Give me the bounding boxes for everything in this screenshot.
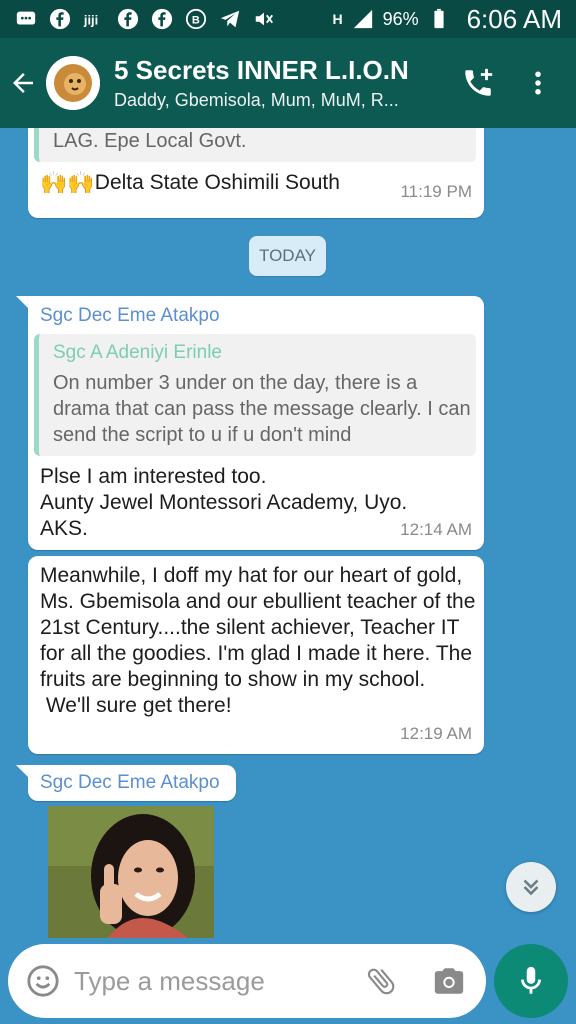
message-bubble[interactable]: Sgc Dec Eme Atakpo (28, 765, 236, 801)
network-type-label: H (332, 11, 343, 27)
business-icon: B (184, 7, 208, 31)
message-time: 12:14 AM (400, 520, 472, 539)
lion-icon (46, 56, 100, 110)
scroll-to-bottom-button[interactable] (506, 862, 556, 912)
emoji-icon (27, 965, 59, 997)
microphone-icon (521, 966, 541, 994)
facebook-icon (150, 7, 174, 31)
quoted-message[interactable]: Sgc A Adeniyi Erinle On number 3 under o… (34, 334, 476, 456)
emoji-button[interactable] (26, 964, 60, 998)
telegram-icon (218, 7, 242, 31)
camera-icon (434, 968, 464, 994)
jiji-icon: jiji (82, 7, 106, 31)
chat-title-block[interactable]: 5 Secrets INNER L.I.O.N Daddy, Gbemisola… (114, 55, 444, 111)
more-vert-icon (535, 71, 541, 95)
image-attachment[interactable] (48, 806, 214, 938)
message-time: 11:19 PM (400, 182, 472, 201)
quote-text: On number 3 under on the day, there is a… (53, 372, 471, 446)
clock: 6:06 AM (466, 3, 562, 34)
phone-plus-icon (465, 68, 493, 96)
chat-header: 5 Secrets INNER L.I.O.N Daddy, Gbemisola… (0, 38, 576, 128)
group-name: 5 Secrets INNER L.I.O.N (114, 55, 409, 85)
battery-percentage: 96% (382, 8, 419, 29)
battery-icon (427, 7, 451, 31)
add-call-button[interactable] (458, 63, 498, 103)
status-bar: jiji B H 96% 6:06 AM (0, 0, 576, 38)
svg-text:B: B (192, 15, 200, 27)
paperclip-icon (367, 968, 395, 995)
group-avatar[interactable] (46, 56, 100, 110)
message-bubble[interactable]: Meanwhile, I doff my hat for our heart o… (28, 556, 484, 754)
voice-message-button[interactable] (494, 944, 568, 1018)
facebook-icon (48, 7, 72, 31)
date-divider: TODAY (249, 236, 326, 276)
mute-icon (252, 7, 276, 31)
back-arrow-icon (13, 73, 33, 93)
sender-name[interactable]: Sgc Dec Eme Atakpo (40, 772, 220, 794)
svg-text:jiji: jiji (83, 13, 98, 28)
quote-text: LAG. Epe Local Govt. (53, 130, 247, 152)
quote-sender-name: Sgc A Adeniyi Erinle (53, 342, 222, 363)
message-notification-icon (14, 7, 38, 31)
signal-icon (351, 7, 375, 31)
message-input[interactable] (74, 965, 334, 997)
message-list[interactable]: LAG. Epe Local Govt. 🙌🙌 Delta State Oshi… (0, 128, 576, 938)
group-members: Daddy, Gbemisola, Mum, MuM, R... (114, 90, 399, 110)
camera-button[interactable] (432, 964, 466, 998)
back-button[interactable] (0, 38, 46, 128)
sender-name[interactable]: Sgc Dec Eme Atakpo (40, 305, 220, 327)
more-options-button[interactable] (518, 63, 558, 103)
message-bubble[interactable]: Sgc Dec Eme Atakpo Sgc A Adeniyi Erinle … (28, 296, 484, 550)
raised-hands-emoji: 🙌🙌 (40, 170, 95, 195)
message-time: 12:19 AM (400, 724, 472, 743)
facebook-icon (116, 7, 140, 31)
message-text: Meanwhile, I doff my hat for our heart o… (40, 564, 476, 717)
photo-thumbnail (48, 806, 214, 938)
message-composer (8, 944, 486, 1018)
double-chevron-down-icon (523, 879, 539, 896)
attach-button[interactable] (364, 964, 398, 998)
message-bubble[interactable]: LAG. Epe Local Govt. 🙌🙌 Delta State Oshi… (28, 128, 484, 218)
message-text: Delta State Oshimili South (94, 171, 340, 194)
quoted-message[interactable]: LAG. Epe Local Govt. (34, 128, 476, 162)
